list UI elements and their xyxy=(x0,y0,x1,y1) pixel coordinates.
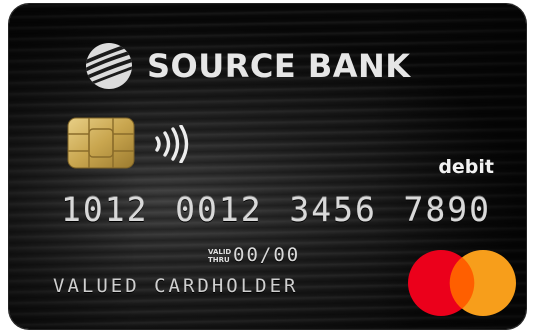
card-number: 1012 0012 3456 7890 xyxy=(61,190,491,229)
mastercard-logo xyxy=(408,250,516,316)
valid-thru-label-line1: VALID xyxy=(208,248,232,256)
card-type-label: debit xyxy=(438,156,494,178)
contactless-icon xyxy=(155,125,189,163)
bank-name: SOURCE BANK xyxy=(147,47,411,85)
card-number-group-3: 3456 xyxy=(289,190,377,229)
bank-logo: SOURCE BANK xyxy=(83,40,411,92)
valid-thru-label-line2: THRU xyxy=(208,256,230,264)
card-number-group-1: 1012 xyxy=(61,190,149,229)
card-number-group-4: 7890 xyxy=(403,190,491,229)
swoosh-globe-icon xyxy=(86,43,132,89)
cardholder-name: VALUED CARDHOLDER xyxy=(53,275,299,297)
expiry-date: 00/00 xyxy=(233,244,301,266)
debit-card: SOURCE BANK debit 1012 0012 3456 7890 VA… xyxy=(9,4,526,329)
emv-chip-icon xyxy=(67,117,135,169)
valid-thru-label: VALID THRU xyxy=(208,248,231,264)
card-number-group-2: 0012 xyxy=(175,190,263,229)
